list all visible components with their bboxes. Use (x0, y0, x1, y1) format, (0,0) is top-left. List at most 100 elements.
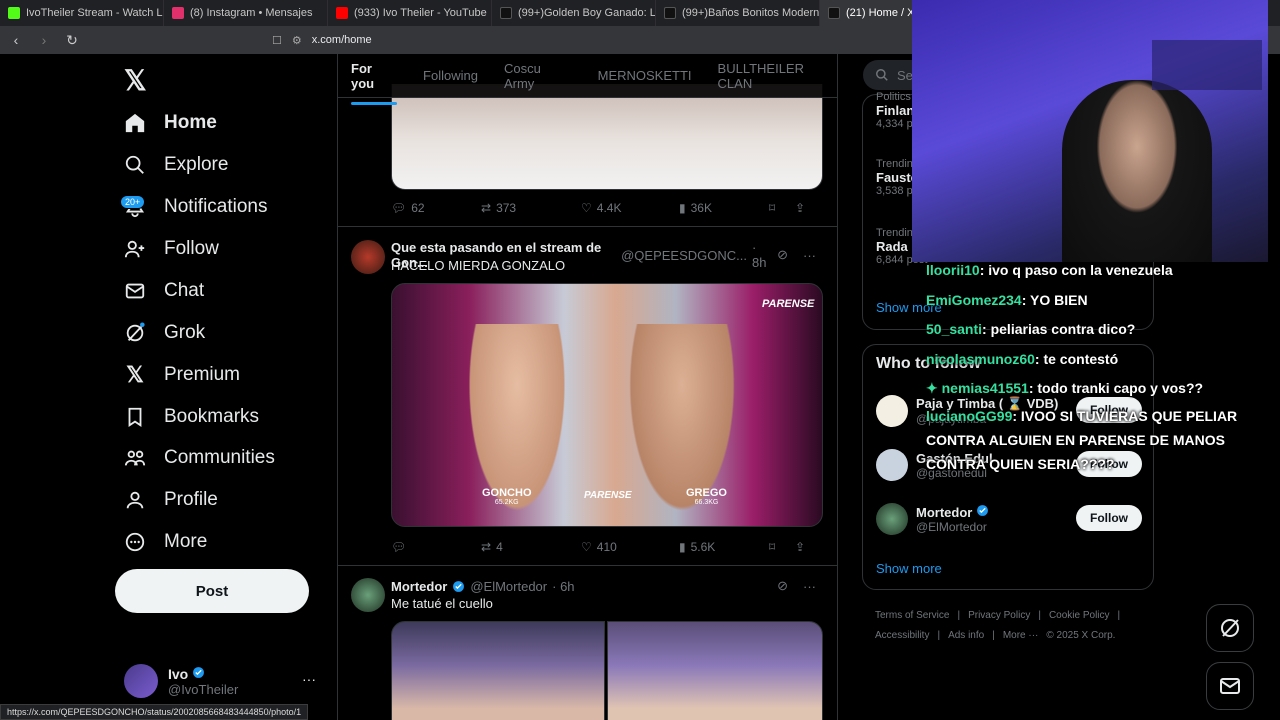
avatar[interactable] (351, 240, 385, 274)
reload-icon[interactable]: ↻ (64, 32, 80, 49)
post-button[interactable]: Post (115, 569, 309, 613)
tweet-media-image[interactable] (391, 621, 605, 720)
footer-link[interactable]: Accessibility (875, 630, 929, 641)
search-icon (876, 69, 888, 81)
tweet-media-image[interactable] (607, 621, 823, 720)
tweet-author-name[interactable]: Mortedor (391, 579, 447, 594)
footer-link[interactable]: Ads info (948, 630, 984, 641)
grok-icon[interactable]: ⊘ (777, 247, 788, 263)
tab-for-you[interactable]: For you (351, 61, 398, 105)
tweet-media-image[interactable] (391, 84, 823, 190)
browser-tab-instagram[interactable]: (8) Instagram • Mensajes (164, 0, 328, 26)
kick-favicon-icon (8, 7, 20, 19)
tweet-author-handle[interactable]: @ElMortedor (470, 579, 547, 594)
fighter-right-label: GREGO 66.3KG (686, 487, 727, 506)
tab-following[interactable]: Following (423, 68, 478, 83)
sidebar-item-profile[interactable]: Profile (122, 480, 218, 520)
account-handle: @IvoTheiler (168, 681, 239, 697)
more-options-icon[interactable]: ··· (803, 248, 816, 263)
grok-icon[interactable]: ⊘ (777, 578, 788, 594)
x-favicon-icon (828, 7, 840, 19)
show-more-link[interactable]: Show more (876, 561, 942, 576)
bookmark-star-icon[interactable]: ☐ (272, 34, 282, 47)
chat-message: nicolasmunoz60: te contestó (926, 350, 1119, 367)
sidebar-item-grok[interactable]: Grok (122, 313, 205, 353)
footer-link[interactable]: Cookie Policy (1049, 610, 1110, 621)
browser-tab-tiktok-1[interactable]: (99+)Golden Boy Ganado: La Nueva (492, 0, 656, 26)
views-button[interactable]: ▮ 5.6K (679, 540, 769, 554)
bookmark-button[interactable]: ⌑ (769, 201, 795, 215)
tab-mernosketti[interactable]: MERNOSKETTI (598, 68, 692, 83)
tweet-time[interactable]: · 8h (752, 240, 772, 270)
sidebar-item-follow[interactable]: Follow (122, 229, 219, 269)
grok-float-button[interactable] (1206, 604, 1254, 652)
feed-tabs: For you Following Coscu Army MERNOSKETTI… (338, 54, 837, 105)
webcam-figure (1062, 80, 1212, 262)
avatar[interactable] (351, 578, 385, 612)
reply-button[interactable]: 💬︎ (391, 540, 481, 554)
tweet-author-handle[interactable]: @QEPEESDGONC... (621, 248, 747, 263)
like-button[interactable]: ♡ 4.4K (581, 201, 679, 215)
share-button[interactable]: ⇪ (795, 201, 805, 215)
tweet-actions: 💬︎ ⇄ 4 ♡ 410 ▮ 5.6K ⌑ ⇪ (391, 540, 816, 554)
account-switcher[interactable]: Ivo @IvoTheiler ··· (124, 661, 324, 701)
bookmark-button[interactable]: ⌑ (769, 540, 795, 554)
tweet-text: HACELO MIERDA GONZALO (391, 258, 566, 273)
browser-tab-youtube[interactable]: (933) Ivo Theiler - YouTube (328, 0, 492, 26)
views-button[interactable]: ▮ 36K (679, 201, 769, 215)
repost-icon: ⇄ (481, 540, 492, 554)
follow-suggestion[interactable]: Mortedor @ElMortedor Follow (876, 499, 1142, 539)
back-icon[interactable]: ‹ (8, 32, 24, 48)
repost-button[interactable]: ⇄ 373 (481, 201, 581, 215)
footer-link[interactable]: More ··· (1003, 630, 1039, 641)
person-add-icon (122, 236, 148, 262)
tab-coscu-army[interactable]: Coscu Army (504, 61, 572, 91)
site-info-icon[interactable]: ⚙ (292, 34, 302, 47)
notification-badge: 20+ (120, 195, 146, 209)
browser-tab-kick[interactable]: IvoTheiler Stream - Watch Live on (0, 0, 164, 26)
chat-message: lucianoGG99: IVOO SI TUVIERAS QUE PELIAR… (926, 407, 1238, 472)
media-brand-label: PARENSE (762, 298, 815, 310)
sidebar-item-bookmarks[interactable]: Bookmarks (122, 397, 259, 437)
sidebar-item-more[interactable]: More (122, 522, 207, 562)
more-circle-icon (122, 529, 148, 555)
tweet-time[interactable]: · 6h (552, 579, 574, 594)
sidebar-item-label: Bookmarks (164, 406, 260, 427)
footer-link[interactable]: Privacy Policy (968, 610, 1030, 621)
repost-icon: ⇄ (481, 201, 492, 215)
sidebar-item-label: Explore (164, 154, 229, 175)
forward-icon[interactable]: › (36, 32, 52, 48)
verified-badge-icon (193, 666, 205, 678)
home-feed: For you Following Coscu Army MERNOSKETTI… (338, 54, 838, 720)
sidebar-item-explore[interactable]: Explore (122, 145, 228, 185)
left-sidebar: 𝕏 Home Explore 20+ Notifications Follow … (0, 54, 338, 720)
follow-button[interactable]: Follow (1076, 505, 1142, 531)
repost-button[interactable]: ⇄ 4 (481, 540, 581, 554)
x-logo-icon[interactable]: 𝕏 (124, 64, 147, 97)
reply-button[interactable]: 💬︎ 62 (391, 201, 481, 215)
sidebar-item-premium[interactable]: 𝕏 Premium (122, 355, 240, 395)
sidebar-item-chat[interactable]: Chat (122, 271, 204, 311)
instagram-favicon-icon (172, 7, 184, 19)
avatar (876, 449, 908, 481)
browser-tab-tiktok-2[interactable]: (99+)Baños Bonitos Modernos y Trib (656, 0, 820, 26)
mail-icon (1220, 678, 1240, 694)
tweet-media-image[interactable]: PARENSE PARENSE GONCHO 65.2KG GREGO 66.3… (391, 283, 823, 527)
messages-float-button[interactable] (1206, 662, 1254, 710)
like-button[interactable]: ♡ 410 (581, 540, 679, 554)
tiktok-favicon-icon (664, 7, 676, 19)
address-bar[interactable]: ☐ ⚙ x.com/home (272, 34, 372, 47)
sidebar-item-home[interactable]: Home (122, 103, 217, 143)
youtube-favicon-icon (336, 7, 348, 19)
share-button[interactable]: ⇪ (795, 540, 805, 554)
tab-bulltheiler-clan[interactable]: BULLTHEILER CLAN (718, 61, 837, 91)
streamer-webcam (912, 0, 1268, 262)
x-logo-icon: 𝕏 (126, 362, 144, 387)
more-options-icon[interactable]: ··· (302, 671, 316, 687)
more-options-icon[interactable]: ··· (803, 579, 816, 594)
sidebar-item-communities[interactable]: Communities (122, 438, 275, 478)
fighter-left-label: GONCHO 65.2KG (482, 487, 532, 506)
sidebar-item-notifications[interactable]: 20+ Notifications (120, 187, 268, 227)
trend-item[interactable]: Politics Finlan 4,334 p (876, 91, 914, 130)
footer-link[interactable]: Terms of Service (875, 610, 949, 621)
